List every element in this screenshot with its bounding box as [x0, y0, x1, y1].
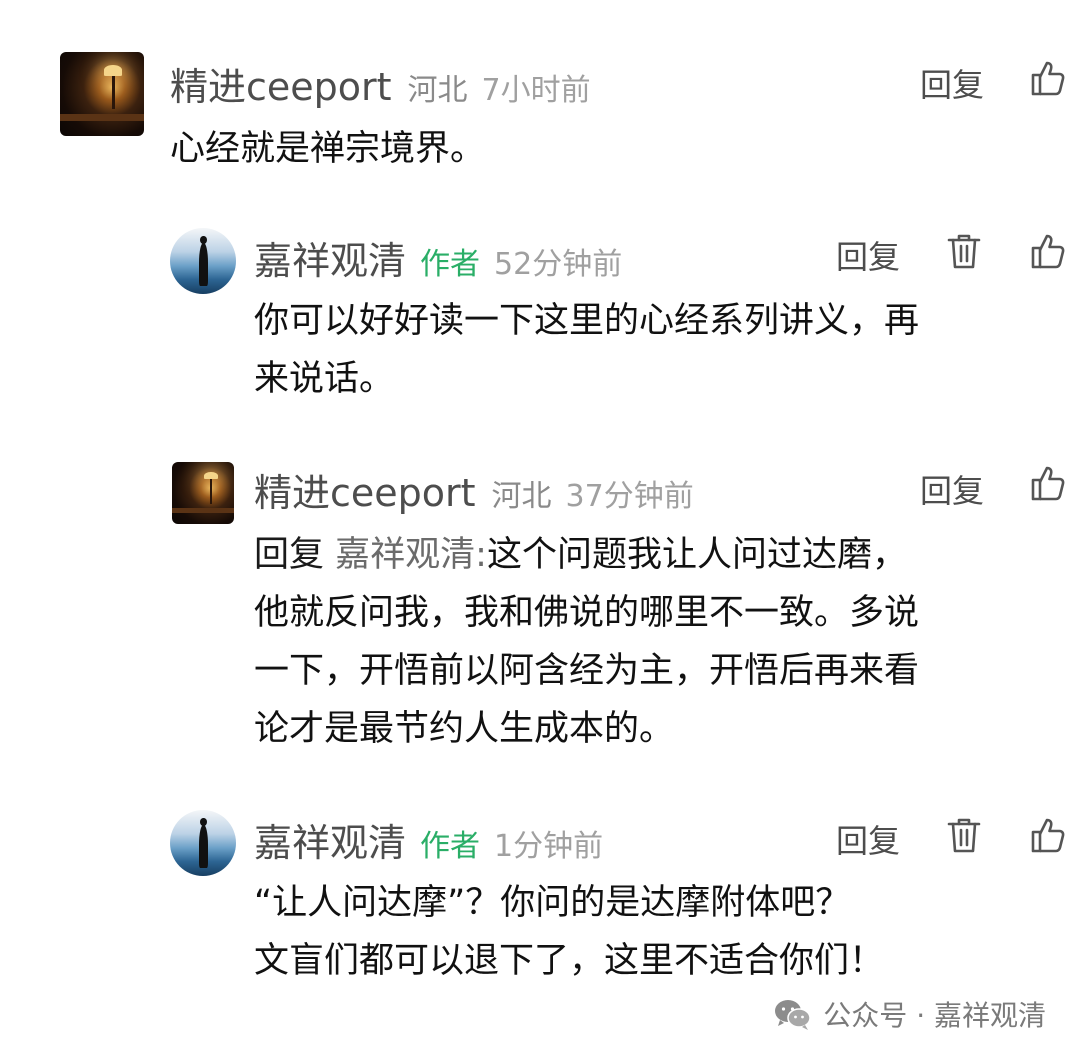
comment-text-line: “让人问达摩”？你问的是达摩附体吧？ — [254, 883, 851, 923]
trash-icon — [947, 818, 981, 853]
like-button[interactable] — [1028, 58, 1068, 98]
thumbs-up-icon — [1031, 61, 1065, 96]
commenter-region: 河北 — [491, 479, 552, 514]
like-button[interactable] — [1028, 231, 1068, 271]
comment-text: 回复 嘉祥观清:这个问题我让人问过达磨， 他就反问我，我和佛说的哪里不一致。多说… — [254, 526, 1064, 758]
commenter-name[interactable]: 精进ceeport — [170, 56, 392, 111]
avatar[interactable] — [170, 228, 236, 294]
comment-text-line: 他就反问我，我和佛说的哪里不一致。多说 — [254, 593, 920, 633]
avatar[interactable] — [60, 52, 144, 136]
reply-prefix: 回复 — [254, 535, 325, 575]
author-badge: 作者 — [420, 247, 481, 282]
comment-text: 心经就是禅宗境界。 — [170, 129, 486, 169]
comment-text-segment: 这个问题我让人问过达磨， — [486, 535, 907, 575]
reply-button[interactable]: 回复 — [836, 816, 900, 862]
thumbs-up-icon — [1031, 818, 1065, 853]
like-button[interactable] — [1028, 463, 1068, 503]
watermark-text: 公众号 · 嘉祥观清 — [823, 999, 1046, 1032]
comment-text-line: 你可以好好读一下这里的心经系列讲义，再 — [254, 301, 920, 341]
author-badge: 作者 — [420, 829, 481, 864]
comment-text-line: 来说话。 — [254, 359, 395, 399]
reply-button[interactable]: 回复 — [836, 232, 900, 278]
comment-time: 1分钟前 — [494, 829, 604, 864]
avatar[interactable] — [172, 462, 234, 524]
reply-button[interactable]: 回复 — [920, 466, 984, 512]
commenter-name[interactable]: 嘉祥观清 — [254, 812, 406, 867]
trash-icon — [947, 234, 981, 269]
comment-meta: 精进ceeport 河北 7小时前 — [170, 56, 591, 111]
comment-text: “让人问达摩”？你问的是达摩附体吧？ 文盲们都可以退下了，这里不适合你们！ — [254, 874, 1064, 990]
avatar[interactable] — [170, 810, 236, 876]
wechat-icon — [775, 1000, 812, 1030]
comment-text: 你可以好好读一下这里的心经系列讲义，再 来说话。 — [254, 292, 1064, 408]
delete-button[interactable] — [944, 231, 984, 271]
comment-text-line: 论才是最节约人生成本的。 — [254, 709, 675, 749]
delete-button[interactable] — [944, 815, 984, 855]
reply-button[interactable]: 回复 — [920, 60, 984, 106]
comment-text-line: 回复 嘉祥观清:这个问题我让人问过达磨， — [254, 526, 1064, 584]
comment-text-line: 一下，开悟前以阿含经为主，开悟后再来看 — [254, 651, 920, 691]
comment-time: 7小时前 — [481, 73, 591, 108]
like-button[interactable] — [1028, 815, 1068, 855]
comment-meta: 嘉祥观清 作者 52分钟前 — [254, 230, 622, 285]
comment-meta: 精进ceeport 河北 37分钟前 — [254, 462, 694, 517]
watermark: 公众号 · 嘉祥观清 — [773, 994, 1046, 1034]
reply-target-name[interactable]: 嘉祥观清: — [335, 535, 487, 575]
commenter-name[interactable]: 精进ceeport — [254, 462, 476, 517]
comment-meta: 嘉祥观清 作者 1分钟前 — [254, 812, 603, 867]
thumbs-up-icon — [1031, 466, 1065, 501]
comment-time: 37分钟前 — [565, 479, 694, 514]
comment-text-line: 文盲们都可以退下了，这里不适合你们！ — [254, 941, 885, 981]
comment-time: 52分钟前 — [494, 247, 623, 282]
thumbs-up-icon — [1031, 234, 1065, 269]
commenter-name[interactable]: 嘉祥观清 — [254, 230, 406, 285]
commenter-region: 河北 — [407, 73, 468, 108]
